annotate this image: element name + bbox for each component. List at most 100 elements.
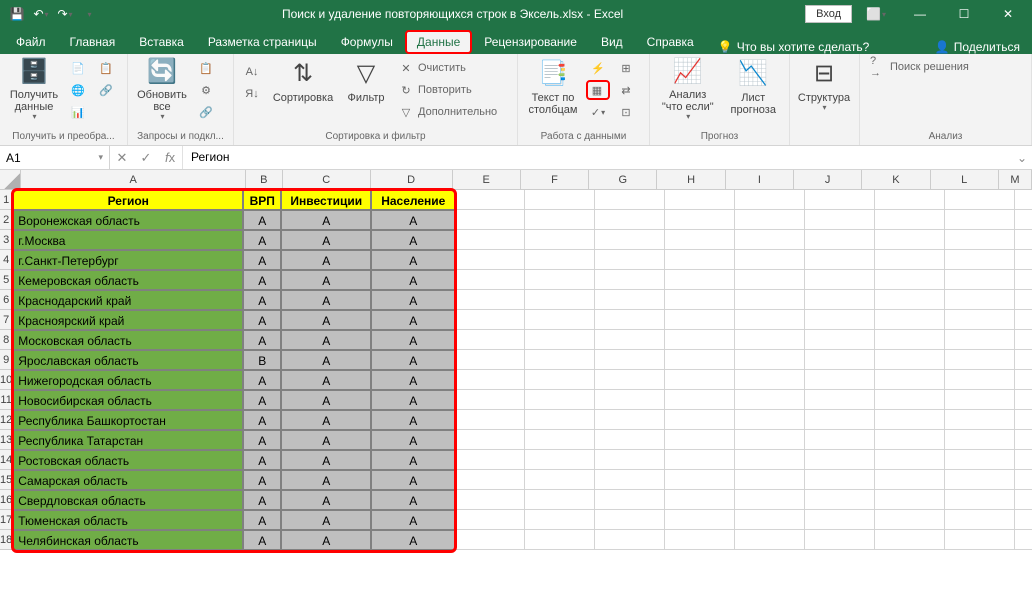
cell[interactable] <box>1015 230 1032 250</box>
cell[interactable]: A <box>243 290 281 310</box>
cell[interactable] <box>455 290 525 310</box>
cell[interactable] <box>805 370 875 390</box>
cell[interactable] <box>945 470 1015 490</box>
cell[interactable]: Республика Татарстан <box>13 430 243 450</box>
cell[interactable]: A <box>281 250 371 270</box>
cell[interactable]: A <box>371 290 455 310</box>
col-header[interactable]: D <box>371 170 453 190</box>
cell[interactable] <box>595 510 665 530</box>
cell[interactable] <box>875 250 945 270</box>
cell[interactable] <box>735 270 805 290</box>
tab-review[interactable]: Рецензирование <box>472 30 589 54</box>
row-header[interactable]: 8 <box>0 330 13 350</box>
col-header[interactable]: F <box>521 170 589 190</box>
cell[interactable] <box>945 190 1015 210</box>
cell[interactable] <box>1015 190 1032 210</box>
cell[interactable] <box>945 510 1015 530</box>
cell[interactable] <box>665 530 735 550</box>
cell[interactable] <box>1015 390 1032 410</box>
cell[interactable] <box>805 450 875 470</box>
cell[interactable]: A <box>243 310 281 330</box>
cell[interactable]: A <box>243 390 281 410</box>
cell[interactable] <box>735 370 805 390</box>
cell[interactable]: Регион <box>13 190 243 210</box>
cell[interactable] <box>1015 370 1032 390</box>
cell[interactable]: A <box>243 330 281 350</box>
login-button[interactable]: Вход <box>805 5 852 23</box>
get-data-button[interactable]: 🗄️Получить данные▾ <box>6 56 62 124</box>
cell[interactable] <box>455 390 525 410</box>
cell[interactable]: A <box>371 330 455 350</box>
from-web-icon[interactable]: 🌐 <box>66 80 90 100</box>
cell[interactable] <box>1015 490 1032 510</box>
cell[interactable] <box>945 290 1015 310</box>
cell[interactable] <box>1015 350 1032 370</box>
ribbon-options-icon[interactable]: ⬜▾ <box>856 0 896 28</box>
cell[interactable]: A <box>281 210 371 230</box>
cell[interactable]: A <box>243 210 281 230</box>
cell[interactable]: г.Санкт-Петербург <box>13 250 243 270</box>
cell[interactable] <box>875 230 945 250</box>
minimize-icon[interactable]: — <box>900 0 940 28</box>
cell[interactable] <box>525 290 595 310</box>
cell[interactable] <box>735 350 805 370</box>
cell[interactable] <box>665 490 735 510</box>
cell[interactable] <box>1015 430 1032 450</box>
cell[interactable] <box>455 310 525 330</box>
cell[interactable] <box>735 390 805 410</box>
filter-button[interactable]: ▽Фильтр <box>342 56 390 124</box>
tab-formulas[interactable]: Формулы <box>329 30 405 54</box>
row-header[interactable]: 2 <box>0 210 13 230</box>
cell[interactable] <box>525 250 595 270</box>
cell[interactable]: A <box>371 210 455 230</box>
cell[interactable] <box>805 310 875 330</box>
cell[interactable]: A <box>243 530 281 550</box>
cell[interactable]: Самарская область <box>13 470 243 490</box>
cell[interactable] <box>455 410 525 430</box>
row-header[interactable]: 9 <box>0 350 13 370</box>
cell[interactable] <box>945 370 1015 390</box>
row-header[interactable]: 4 <box>0 250 13 270</box>
cell[interactable] <box>595 330 665 350</box>
cell[interactable] <box>595 250 665 270</box>
tab-layout[interactable]: Разметка страницы <box>196 30 329 54</box>
from-table-icon[interactable]: 📊 <box>66 102 90 122</box>
cell[interactable]: A <box>281 530 371 550</box>
cell[interactable]: A <box>281 330 371 350</box>
cell[interactable] <box>735 210 805 230</box>
cell[interactable] <box>665 270 735 290</box>
cell[interactable] <box>735 510 805 530</box>
cell[interactable] <box>735 430 805 450</box>
cell[interactable] <box>875 510 945 530</box>
col-header[interactable]: E <box>453 170 521 190</box>
cell[interactable] <box>525 230 595 250</box>
confirm-formula-icon[interactable]: ✓ <box>134 146 158 170</box>
cell[interactable] <box>805 410 875 430</box>
cell[interactable]: Ростовская область <box>13 450 243 470</box>
from-text-icon[interactable]: 📄 <box>66 58 90 78</box>
flash-fill-icon[interactable]: ⚡ <box>586 58 610 78</box>
cell[interactable] <box>875 330 945 350</box>
select-all-corner[interactable] <box>0 170 21 190</box>
cell[interactable]: A <box>371 470 455 490</box>
cell[interactable]: A <box>243 450 281 470</box>
cell[interactable] <box>805 270 875 290</box>
cell[interactable] <box>805 250 875 270</box>
cell[interactable] <box>875 470 945 490</box>
cell[interactable] <box>665 510 735 530</box>
edit-links-icon[interactable]: 🔗 <box>194 102 218 122</box>
cell[interactable] <box>735 330 805 350</box>
cell[interactable] <box>875 390 945 410</box>
cell[interactable]: A <box>371 410 455 430</box>
cell[interactable] <box>875 290 945 310</box>
cell[interactable]: A <box>371 450 455 470</box>
cell[interactable] <box>455 250 525 270</box>
cell[interactable] <box>945 430 1015 450</box>
cell[interactable] <box>525 490 595 510</box>
save-icon[interactable]: 💾 <box>6 3 28 25</box>
outline-button[interactable]: ⊟Структура▾ <box>796 56 852 124</box>
cell[interactable]: A <box>281 470 371 490</box>
cell[interactable] <box>735 450 805 470</box>
cell[interactable]: г.Москва <box>13 230 243 250</box>
cell[interactable] <box>735 290 805 310</box>
